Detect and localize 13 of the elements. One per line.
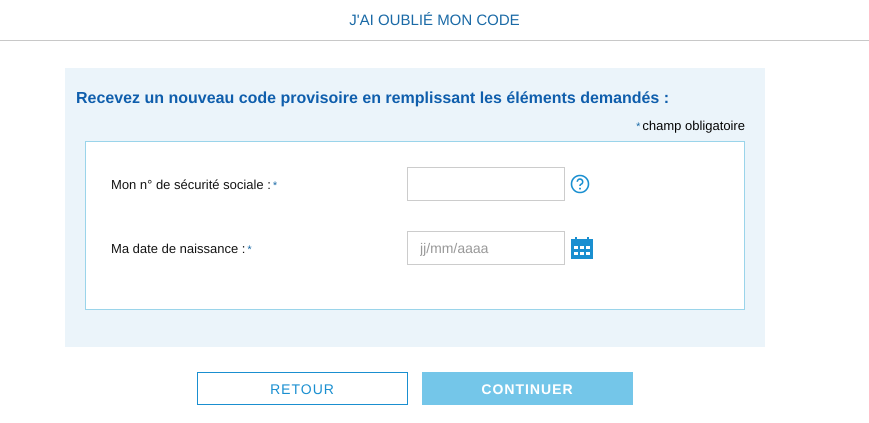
help-icon[interactable] — [570, 174, 590, 194]
page-title: J'AI OUBLIÉ MON CODE — [349, 12, 520, 28]
calendar-icon[interactable] — [570, 236, 594, 260]
required-marker: * — [636, 121, 640, 133]
field-label: Ma date de naissance : — [111, 240, 246, 256]
required-marker: * — [247, 244, 252, 256]
required-marker: * — [272, 180, 278, 192]
field-label: Mon n° de sécurité sociale : — [111, 176, 271, 192]
input-field[interactable] — [407, 167, 565, 201]
form-button[interactable]: RETOUR — [197, 372, 408, 405]
form-heading: Recevez un nouveau code provisoire en remplissant les éléments demandés : — [76, 90, 670, 108]
input-field[interactable]: jj/mm/aaaa — [407, 231, 565, 265]
legend-text: champ obligatoire — [642, 118, 745, 133]
